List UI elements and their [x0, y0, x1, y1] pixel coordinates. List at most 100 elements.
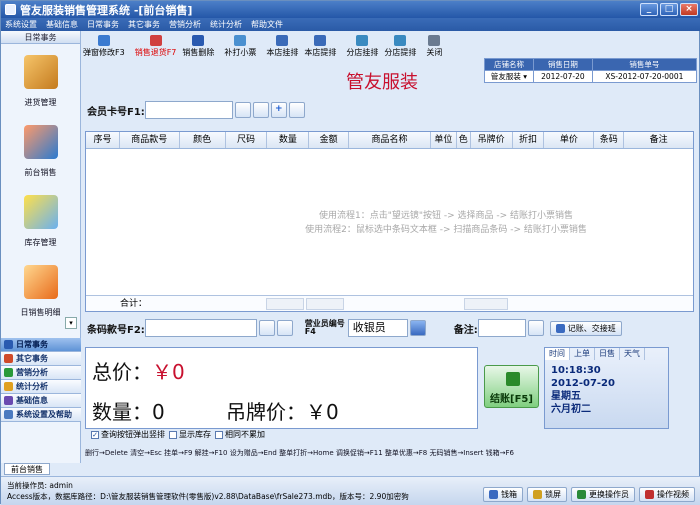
account-handover-button[interactable]: 记账、交接班	[549, 320, 622, 336]
minimize-button[interactable]: _	[640, 3, 658, 16]
footer-amount-cell	[306, 298, 344, 310]
window-title: 管友服装销售管理系统 -[前台销售]	[20, 3, 193, 17]
barcode-search-button[interactable]	[258, 320, 275, 336]
stats-icon	[4, 382, 13, 391]
menu-help[interactable]: 帮助文件	[251, 19, 283, 30]
checkbox-show-stock[interactable]	[169, 430, 177, 439]
lock-icon	[533, 490, 542, 499]
member-edit-button[interactable]	[288, 102, 305, 118]
col-discount[interactable]: 折扣	[513, 132, 545, 148]
options-row: ✓ 查询按钮弹出竖排 显示库存 相同不累加	[91, 430, 265, 439]
checkbox-no-accumulate[interactable]	[215, 430, 223, 439]
menu-other[interactable]: 其它事务	[128, 19, 160, 30]
col-remark[interactable]: 备注	[624, 132, 693, 148]
checkout-icon	[506, 372, 520, 386]
shop-name-select[interactable]: 管友服装 ▾	[484, 70, 534, 83]
close-window-button[interactable]: ×	[680, 3, 698, 16]
reprint-icon	[234, 35, 247, 46]
checkout-button[interactable]: 结账[F5]	[484, 365, 539, 408]
user-icon	[577, 490, 586, 499]
switch-operator-button[interactable]: 更换操作员	[571, 487, 635, 502]
menu-marketing[interactable]: 营销分析	[169, 19, 201, 30]
nav-basic-info[interactable]: 基础信息	[1, 394, 81, 408]
total-price: 总价：￥0	[92, 360, 185, 384]
hang-order-button[interactable]: 本店挂排	[266, 35, 298, 58]
nav-other[interactable]: 其它事务	[1, 352, 81, 366]
summary-panel: 总价：￥0 数量：0 吊牌价：￥0	[85, 347, 478, 429]
inventory-icon	[23, 195, 58, 229]
col-color[interactable]: 颜色	[180, 132, 226, 148]
tab-weather[interactable]: 天气	[620, 348, 645, 360]
tutorial-video-button[interactable]: 操作视频	[639, 487, 695, 502]
ledger-icon	[555, 323, 565, 333]
barcode-input[interactable]	[144, 319, 257, 337]
checkbox-vertical-popup[interactable]: ✓	[91, 430, 99, 439]
menu-stats[interactable]: 统计分析	[210, 19, 242, 30]
clock-date: 2012-07-20	[551, 378, 615, 389]
col-product-name[interactable]: 商品名称	[349, 132, 431, 148]
sales-return-button[interactable]: 销售退货F7	[135, 35, 176, 58]
grid-footer: 合计：	[86, 295, 693, 311]
col-style-no[interactable]: 商品款号	[120, 132, 180, 148]
branch-retrieve-button[interactable]: 分店提排	[384, 35, 416, 58]
nav-settings-help[interactable]: 系统设置及帮助	[1, 408, 81, 422]
sales-delete-button[interactable]: 销售删除	[182, 35, 214, 58]
popup-edit-button[interactable]: 弹窗修改F3	[83, 35, 125, 58]
shop-info-table: 店铺名称 销售日期 销售单号 管友服装 ▾ 2012-07-20 XS-2012…	[484, 58, 698, 83]
member-binocular-button[interactable]	[252, 102, 269, 118]
sidebar-item-pos[interactable]: 前台销售	[1, 114, 80, 184]
col-amount[interactable]: 金额	[309, 132, 350, 148]
pos-cart-icon	[23, 125, 58, 159]
menu-bar: 系统设置 基础信息 日常事务 其它事务 营销分析 统计分析 帮助文件	[1, 18, 700, 31]
barcode-binocular-button[interactable]	[276, 320, 293, 336]
menu-basic-info[interactable]: 基础信息	[46, 19, 78, 30]
menu-daily[interactable]: 日常事务	[87, 19, 119, 30]
nav-marketing[interactable]: 营销分析	[1, 366, 81, 380]
tab-time[interactable]: 时间	[545, 348, 570, 360]
remark-search-button[interactable]	[527, 320, 544, 336]
document-tab[interactable]: 前台销售	[4, 463, 50, 475]
col-unit-price[interactable]: 单价	[544, 132, 595, 148]
lock-screen-button[interactable]: 锁屏	[527, 487, 567, 502]
nav-stats[interactable]: 统计分析	[1, 380, 81, 394]
retrieve-order-button[interactable]: 本店提排	[304, 35, 336, 58]
close-button[interactable]: 关闭	[426, 35, 442, 58]
purchase-icon	[23, 55, 58, 89]
col-qty[interactable]: 数量	[267, 132, 310, 148]
clock-weekday: 星期五	[551, 391, 581, 402]
remark-label: 备注:	[453, 324, 478, 336]
col-size[interactable]: 尺码	[226, 132, 268, 148]
clock-time: 10:18:30	[551, 365, 601, 376]
time-panel: 时间 上单 日售 天气 10:18:30 2012-07-20 星期五 六月初二	[544, 347, 669, 429]
col-barcode[interactable]: 条码	[594, 132, 625, 148]
nav-daily[interactable]: 日常事务	[1, 338, 81, 352]
cashier-select[interactable]: 收银员	[347, 319, 408, 337]
col-seq[interactable]: 序号	[86, 132, 120, 148]
maximize-button[interactable]: □	[660, 3, 678, 16]
cashier-dropdown-button[interactable]	[409, 320, 426, 336]
sidebar-item-purchase[interactable]: 进货管理	[1, 44, 80, 114]
col-color-short[interactable]: 色	[457, 132, 471, 148]
tab-daily-sales[interactable]: 日售	[595, 348, 620, 360]
info-icon	[4, 396, 13, 405]
member-row: 会员卡号F1: +	[87, 101, 305, 119]
footer-qty-cell	[266, 298, 304, 310]
member-search-button[interactable]	[234, 102, 251, 118]
sidebar-item-inventory[interactable]: 库存管理	[1, 184, 80, 254]
menu-system[interactable]: 系统设置	[5, 19, 37, 30]
branch-retrieve-icon	[394, 35, 407, 46]
member-add-button[interactable]: +	[270, 102, 287, 118]
branch-hang-button[interactable]: 分店挂排	[346, 35, 378, 58]
gear-icon	[4, 410, 13, 419]
grid-header: 序号 商品款号 颜色 尺码 数量 金额 商品名称 单位 色 吊牌价 折扣 单价 …	[86, 132, 693, 149]
sale-date-header: 销售日期	[533, 58, 593, 71]
cash-drawer-button[interactable]: 钱箱	[483, 487, 523, 502]
member-card-input[interactable]	[144, 101, 233, 119]
panel-scroll-button[interactable]: ▾	[65, 317, 77, 329]
col-tag-price[interactable]: 吊牌价	[471, 132, 513, 148]
col-unit[interactable]: 单位	[431, 132, 457, 148]
reprint-receipt-button[interactable]: 补打小票	[224, 35, 256, 58]
remark-input[interactable]	[477, 319, 526, 337]
sidebar-item-daily-sales[interactable]: 日销售明细	[1, 254, 80, 324]
tab-last-order[interactable]: 上单	[570, 348, 595, 360]
